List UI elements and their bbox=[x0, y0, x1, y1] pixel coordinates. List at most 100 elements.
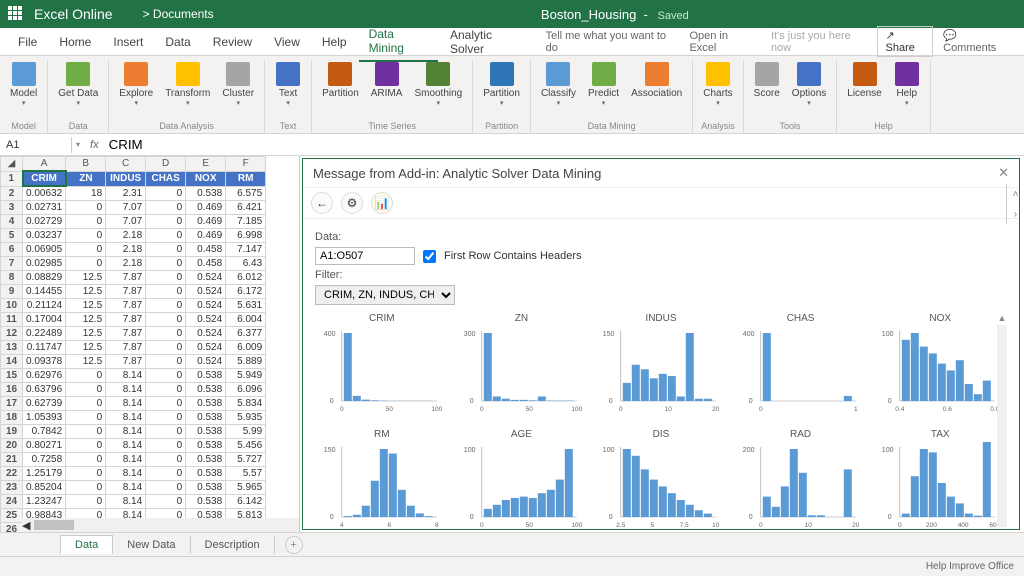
header-cell[interactable]: CRIM bbox=[23, 171, 66, 186]
explore-button[interactable]: Explore▾ bbox=[115, 60, 157, 109]
cell[interactable]: 5.935 bbox=[226, 411, 266, 425]
header-cell[interactable]: NOX bbox=[186, 171, 226, 186]
cell[interactable]: 0.469 bbox=[186, 229, 226, 243]
cell[interactable]: 8.14 bbox=[106, 369, 146, 383]
score-button[interactable]: Score bbox=[750, 60, 784, 101]
cell[interactable]: 0 bbox=[146, 201, 186, 215]
select-all-cell[interactable]: ◢ bbox=[1, 157, 23, 172]
cell[interactable]: 6.421 bbox=[226, 201, 266, 215]
cell[interactable]: 8.14 bbox=[106, 467, 146, 481]
cell[interactable]: 0 bbox=[66, 257, 106, 271]
cell[interactable]: 0.538 bbox=[186, 397, 226, 411]
cell[interactable]: 0 bbox=[66, 439, 106, 453]
cell[interactable]: 0 bbox=[146, 481, 186, 495]
cell[interactable]: 0.7258 bbox=[23, 453, 66, 467]
cell[interactable]: 0 bbox=[146, 397, 186, 411]
cell[interactable]: 7.147 bbox=[226, 243, 266, 257]
cell[interactable]: 5.949 bbox=[226, 369, 266, 383]
header-cell[interactable]: CHAS bbox=[146, 171, 186, 186]
cell[interactable]: 0 bbox=[66, 215, 106, 229]
cell[interactable]: 2.18 bbox=[106, 257, 146, 271]
row-header[interactable]: 18 bbox=[1, 411, 23, 425]
cell[interactable]: 5.727 bbox=[226, 453, 266, 467]
cell[interactable]: 0.21124 bbox=[23, 299, 66, 313]
cell[interactable]: 0 bbox=[146, 186, 186, 201]
cell[interactable]: 0.524 bbox=[186, 327, 226, 341]
column-header-F[interactable]: F bbox=[226, 157, 266, 172]
cell[interactable]: 0 bbox=[146, 495, 186, 509]
cell[interactable]: 8.14 bbox=[106, 383, 146, 397]
cell[interactable]: 0.14455 bbox=[23, 285, 66, 299]
horizontal-scrollbar[interactable]: ◀ bbox=[22, 518, 299, 532]
cell[interactable]: 8.14 bbox=[106, 481, 146, 495]
cell[interactable]: 0.458 bbox=[186, 243, 226, 257]
cell[interactable]: 5.889 bbox=[226, 355, 266, 369]
close-icon[interactable]: ✕ bbox=[998, 165, 1009, 181]
column-header-C[interactable]: C bbox=[106, 157, 146, 172]
cell[interactable]: 0 bbox=[66, 411, 106, 425]
cell[interactable]: 8.14 bbox=[106, 425, 146, 439]
cell[interactable]: 12.5 bbox=[66, 299, 106, 313]
row-header[interactable]: 3 bbox=[1, 201, 23, 215]
options-button[interactable]: Options▾ bbox=[788, 60, 830, 109]
column-header-A[interactable]: A bbox=[23, 157, 66, 172]
cell[interactable]: 0.06905 bbox=[23, 243, 66, 257]
column-header-B[interactable]: B bbox=[66, 157, 106, 172]
cell[interactable]: 1.05393 bbox=[23, 411, 66, 425]
association-button[interactable]: Association bbox=[627, 60, 686, 101]
cell[interactable]: 8.14 bbox=[106, 397, 146, 411]
cell[interactable]: 0 bbox=[146, 341, 186, 355]
cell[interactable]: 12.5 bbox=[66, 285, 106, 299]
cell[interactable]: 8.14 bbox=[106, 495, 146, 509]
cell[interactable]: 6.172 bbox=[226, 285, 266, 299]
cell[interactable]: 0 bbox=[146, 327, 186, 341]
cell[interactable]: 18 bbox=[66, 186, 106, 201]
partition-button[interactable]: Partition▾ bbox=[479, 60, 524, 109]
cell[interactable]: 0 bbox=[66, 397, 106, 411]
cell[interactable]: 0.538 bbox=[186, 383, 226, 397]
cell[interactable]: 8.14 bbox=[106, 453, 146, 467]
cell[interactable]: 0.538 bbox=[186, 453, 226, 467]
tab-view[interactable]: View bbox=[264, 30, 310, 54]
cell[interactable]: 6.004 bbox=[226, 313, 266, 327]
header-cell[interactable]: INDUS bbox=[106, 171, 146, 186]
open-in-excel[interactable]: Open in Excel bbox=[681, 26, 761, 58]
row-header[interactable]: 19 bbox=[1, 425, 23, 439]
cell[interactable]: 0.469 bbox=[186, 215, 226, 229]
cell[interactable]: 2.18 bbox=[106, 229, 146, 243]
cell[interactable]: 7.87 bbox=[106, 341, 146, 355]
partition-button[interactable]: Partition bbox=[318, 60, 363, 101]
name-box-dropdown-icon[interactable]: ▾ bbox=[72, 140, 84, 149]
spreadsheet[interactable]: ◢ABCDEF1CRIMZNINDUSCHASNOXRM20.00632182.… bbox=[0, 156, 300, 532]
cell[interactable]: 6.998 bbox=[226, 229, 266, 243]
cell[interactable]: 2.18 bbox=[106, 243, 146, 257]
row-header[interactable]: 10 bbox=[1, 299, 23, 313]
row-header[interactable]: 13 bbox=[1, 341, 23, 355]
row-header[interactable]: 14 bbox=[1, 355, 23, 369]
cell[interactable]: 0.7842 bbox=[23, 425, 66, 439]
cell[interactable]: 0 bbox=[146, 411, 186, 425]
cell[interactable]: 0 bbox=[66, 425, 106, 439]
add-sheet-button[interactable]: + bbox=[285, 536, 303, 554]
transform-button[interactable]: Transform▾ bbox=[161, 60, 214, 109]
cell[interactable]: 0 bbox=[146, 313, 186, 327]
cell[interactable]: 0 bbox=[146, 425, 186, 439]
tab-insert[interactable]: Insert bbox=[103, 30, 153, 54]
cell[interactable]: 8.14 bbox=[106, 439, 146, 453]
smoothing-button[interactable]: Smoothing▾ bbox=[410, 60, 466, 109]
cell[interactable]: 0 bbox=[146, 229, 186, 243]
cell[interactable]: 0.538 bbox=[186, 425, 226, 439]
cell[interactable]: 0.62976 bbox=[23, 369, 66, 383]
tell-me[interactable]: Tell me what you want to do bbox=[538, 26, 680, 58]
fx-icon[interactable]: fx bbox=[84, 139, 105, 151]
cell[interactable]: 0 bbox=[146, 299, 186, 313]
cell[interactable]: 6.575 bbox=[226, 186, 266, 201]
cell[interactable]: 0.80271 bbox=[23, 439, 66, 453]
cell[interactable]: 0.03237 bbox=[23, 229, 66, 243]
row-header[interactable]: 4 bbox=[1, 215, 23, 229]
model-button[interactable]: Model▾ bbox=[6, 60, 41, 109]
tab-file[interactable]: File bbox=[8, 30, 47, 54]
row-header[interactable]: 7 bbox=[1, 257, 23, 271]
cell[interactable]: 0.85204 bbox=[23, 481, 66, 495]
row-header[interactable]: 16 bbox=[1, 383, 23, 397]
